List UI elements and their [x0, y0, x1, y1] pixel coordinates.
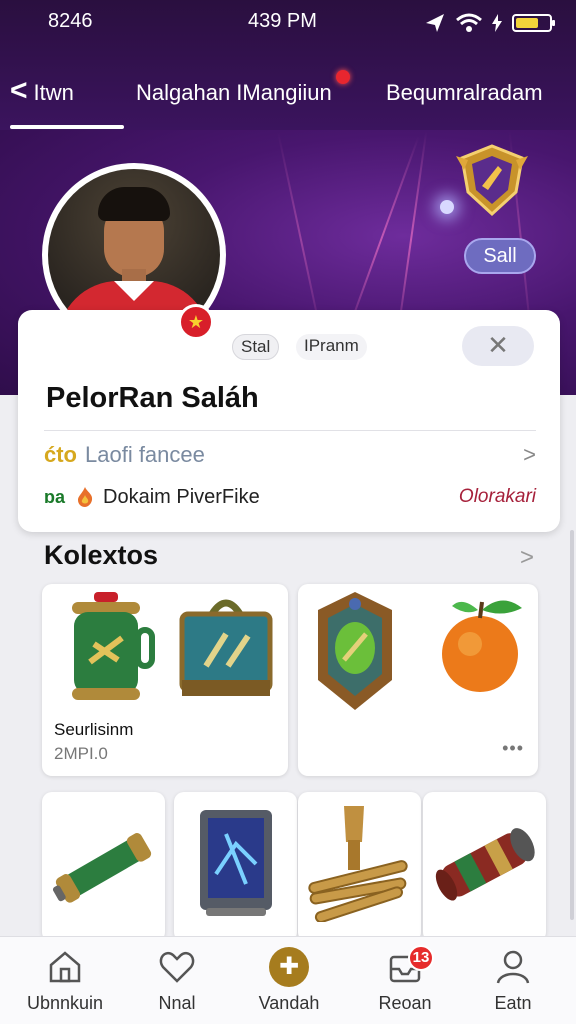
- star-badge-icon: ★: [178, 304, 214, 340]
- nav-home[interactable]: Ubnnkuin: [10, 947, 120, 1014]
- nav-label: Nnal: [158, 993, 196, 1013]
- nav-label: Reoan: [378, 993, 432, 1013]
- status-left-text: 8246: [48, 10, 93, 32]
- team-link[interactable]: Olorakari: [459, 486, 536, 508]
- fan-rating-row[interactable]: ćto Laofi fancee >: [44, 440, 536, 470]
- back-chevron-icon: <: [10, 74, 28, 107]
- chevron-right-icon[interactable]: >: [520, 544, 534, 572]
- nav-center[interactable]: ✚ Vandah: [234, 947, 344, 1014]
- collection-item-sub: 2MPI.0: [54, 744, 108, 763]
- row-label: Laofi fancee: [85, 442, 205, 467]
- bamboo-bundle-icon: [308, 806, 408, 922]
- location-icon: [426, 14, 444, 32]
- tab-back[interactable]: < Itwn: [10, 76, 74, 106]
- team-row[interactable]: ɒa Dokaim PiverFike Olorakari: [44, 482, 536, 512]
- team-code: ɒa: [44, 486, 66, 507]
- nav-label: Vandah: [258, 993, 320, 1013]
- flame-icon: [78, 487, 93, 507]
- nav-label: Ubnnkuin: [26, 993, 104, 1013]
- stat-chip[interactable]: Stal: [232, 334, 280, 360]
- plus-icon: ✚: [269, 947, 309, 987]
- nav-label: Eatn: [494, 993, 532, 1013]
- close-button[interactable]: ✕: [462, 326, 534, 366]
- nav-inbox[interactable]: 13 Reoan: [350, 945, 460, 1014]
- profile-card: Stal IPranm ✕ PelorRan Saláh ćto Laofi f…: [18, 310, 560, 532]
- divider: [44, 430, 536, 431]
- crate-icon: [179, 599, 273, 696]
- notification-dot: [336, 70, 350, 84]
- shield-badge-icon: [318, 592, 392, 710]
- inbox-badge: 13: [408, 945, 434, 971]
- wifi-icon: [456, 13, 482, 32]
- collection-tile[interactable]: [298, 792, 421, 942]
- collection-tile[interactable]: [423, 792, 546, 942]
- top-tabs: < Itwn Nalgahan IMangiiun Bequmralradam: [0, 60, 576, 130]
- canister-icon: [72, 592, 155, 700]
- collection-tile-second[interactable]: •••: [298, 584, 538, 776]
- player-name: PelorRan Saláh: [46, 382, 259, 414]
- tab-middle[interactable]: Nalgahan IMangiiun: [136, 80, 332, 106]
- home-icon: [49, 951, 81, 983]
- lightning-icon: [492, 14, 502, 32]
- user-icon: [496, 950, 530, 984]
- rank-emblem-icon[interactable]: [452, 140, 532, 220]
- tab-right[interactable]: Bequmralradam: [386, 80, 543, 106]
- collection-tile[interactable]: [42, 792, 165, 942]
- row-label: Dokaim PiverFike: [103, 485, 260, 508]
- collection-tile[interactable]: [174, 792, 297, 942]
- heart-icon: [159, 951, 195, 983]
- scrollbar[interactable]: [570, 530, 574, 920]
- chevron-right-icon: >: [523, 442, 536, 467]
- status-bar: 8246 439 PM: [0, 8, 576, 38]
- bottom-nav: Ubnnkuin Nnal ✚ Vandah 13 Reoan Eatn: [0, 936, 576, 1024]
- active-tab-indicator: [10, 125, 124, 129]
- nav-favorites[interactable]: Nnal: [122, 947, 232, 1014]
- rating-icon: ćto: [44, 442, 77, 467]
- card-frame-icon: [200, 810, 272, 916]
- orange-icon: [442, 600, 522, 692]
- position-chip[interactable]: IPranm: [296, 334, 367, 360]
- section-title: Kolextos: [44, 540, 159, 570]
- more-dots-icon[interactable]: •••: [502, 738, 524, 759]
- battery-icon: [512, 14, 555, 32]
- scroll-roll-icon: [435, 828, 535, 901]
- rank-pill[interactable]: Sall: [464, 238, 536, 274]
- scroll-tube-icon: [52, 833, 152, 903]
- nav-profile[interactable]: Eatn: [458, 947, 568, 1014]
- collection-tile-featured[interactable]: Seurlisinm 2MPI.0: [42, 584, 288, 776]
- tab-label: Itwn: [33, 80, 74, 105]
- status-time: 439 PM: [248, 10, 317, 32]
- collection-item-label: Seurlisinm: [54, 720, 134, 739]
